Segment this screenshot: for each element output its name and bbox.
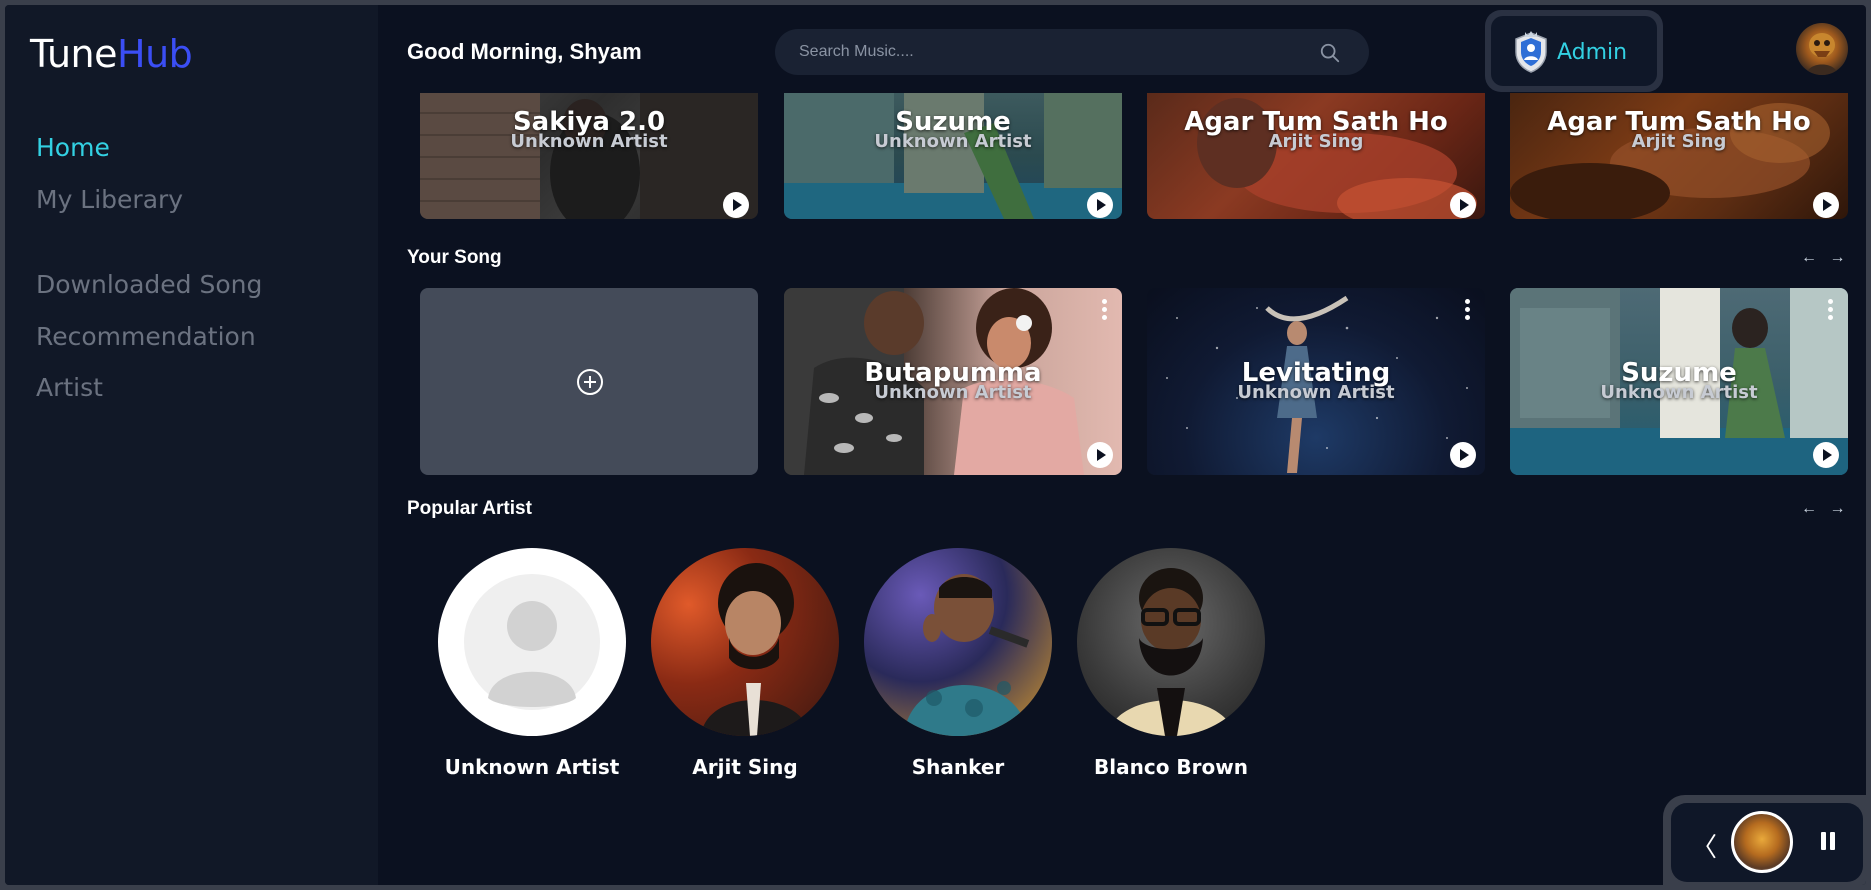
- artist-photo: [438, 548, 626, 736]
- song-card[interactable]: Agar Tum Sath Ho Arjit Sing: [1147, 93, 1485, 219]
- sidebar-item-home[interactable]: Home: [36, 133, 110, 162]
- search-bar[interactable]: [775, 29, 1369, 75]
- section-title-popular-artist: Popular Artist: [407, 498, 532, 519]
- greeting-text: Good Morning, Shyam: [407, 39, 642, 64]
- sidebar-item-artist[interactable]: Artist: [36, 373, 103, 402]
- song-artist: Arjit Sing: [1631, 131, 1727, 152]
- artist-name: Shanker: [911, 755, 1005, 779]
- play-button[interactable]: [1813, 442, 1839, 468]
- more-options-icon[interactable]: [1828, 299, 1834, 321]
- add-song-card[interactable]: [420, 288, 758, 475]
- default-avatar-icon: [464, 574, 600, 710]
- search-icon[interactable]: [1319, 42, 1341, 64]
- sidebar-item-recommendation[interactable]: Recommendation: [36, 322, 256, 351]
- app-window: TuneHub Home My Liberary Downloaded Song…: [5, 5, 1866, 885]
- add-circle-icon: [577, 369, 603, 395]
- logo-part-hub: Hub: [117, 32, 193, 76]
- popular-artist-nav-arrows[interactable]: ← →: [1801, 500, 1849, 518]
- more-options-icon[interactable]: [1102, 299, 1108, 321]
- admin-shield-icon: [1515, 31, 1547, 73]
- now-playing-artwork[interactable]: [1731, 811, 1793, 873]
- song-artist: Unknown Artist: [510, 131, 668, 152]
- search-input[interactable]: [799, 42, 1299, 62]
- your-song-nav-arrows[interactable]: ← →: [1801, 249, 1849, 267]
- logo-part-tune: Tune: [30, 32, 118, 76]
- admin-button[interactable]: Admin: [1491, 16, 1657, 86]
- song-artist: Unknown Artist: [874, 131, 1032, 152]
- play-button[interactable]: [723, 192, 749, 218]
- song-artist: Arjit Sing: [1268, 131, 1364, 152]
- song-card[interactable]: Sakiya 2.0 Unknown Artist: [420, 93, 758, 219]
- user-avatar[interactable]: [1796, 23, 1848, 75]
- sidebar-item-downloaded-song[interactable]: Downloaded Song: [36, 270, 262, 299]
- artist-photo: [1077, 548, 1265, 736]
- artist-name: Blanco Brown: [1094, 755, 1248, 779]
- song-card[interactable]: Suzume Unknown Artist: [1510, 288, 1848, 475]
- app-logo[interactable]: TuneHub: [30, 32, 193, 76]
- mini-player-frame: 〈: [1663, 795, 1866, 885]
- previous-icon[interactable]: 〈: [1691, 827, 1717, 864]
- sidebar: TuneHub Home My Liberary Downloaded Song…: [5, 5, 378, 885]
- mini-player: 〈: [1671, 803, 1863, 882]
- artist-name: Unknown Artist: [444, 755, 620, 779]
- song-card[interactable]: Agar Tum Sath Ho Arjit Sing: [1510, 93, 1848, 219]
- main-content: Good Morning, Shyam Admin: [378, 5, 1866, 885]
- play-button[interactable]: [1813, 192, 1839, 218]
- song-artist: Unknown Artist: [1600, 382, 1758, 403]
- admin-label: Admin: [1557, 40, 1628, 65]
- song-artist: Unknown Artist: [874, 382, 1032, 403]
- pause-icon[interactable]: [1821, 832, 1837, 852]
- artist-name: Arjit Sing: [692, 755, 798, 779]
- avatar-image: [1806, 33, 1838, 75]
- song-card[interactable]: Butapumma Unknown Artist: [784, 288, 1122, 475]
- play-button[interactable]: [1087, 442, 1113, 468]
- song-card[interactable]: Levitating Unknown Artist: [1147, 288, 1485, 475]
- artist-photo: [864, 548, 1052, 736]
- song-card[interactable]: Suzume Unknown Artist: [784, 93, 1122, 219]
- song-artist: Unknown Artist: [1237, 382, 1395, 403]
- sidebar-item-my-library[interactable]: My Liberary: [36, 185, 183, 214]
- artist-photo: [651, 548, 839, 736]
- play-button[interactable]: [1087, 192, 1113, 218]
- section-title-your-song: Your Song: [407, 247, 502, 268]
- play-button[interactable]: [1450, 442, 1476, 468]
- play-button[interactable]: [1450, 192, 1476, 218]
- admin-button-frame: Admin: [1485, 10, 1663, 92]
- more-options-icon[interactable]: [1465, 299, 1471, 321]
